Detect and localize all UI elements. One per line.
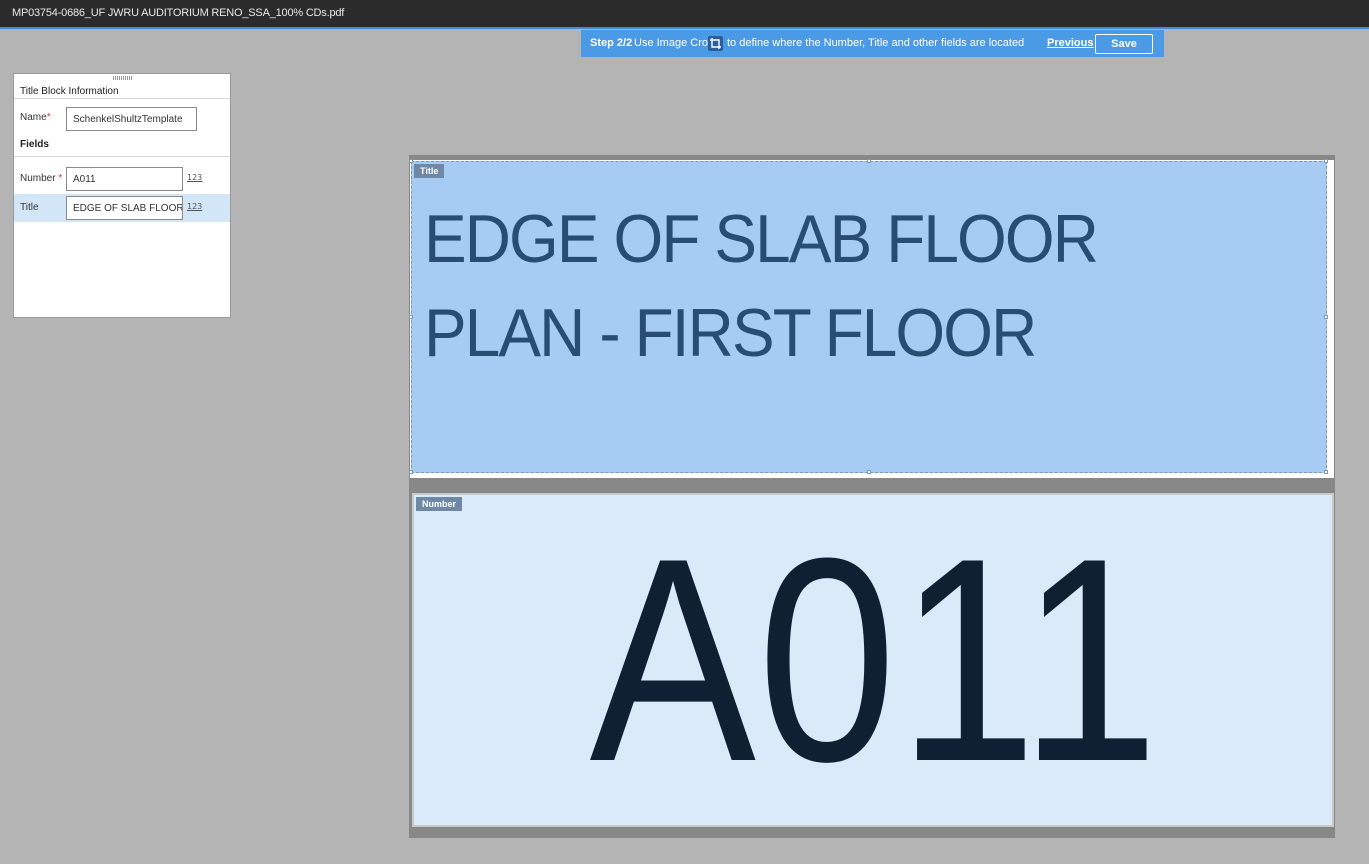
drag-handle[interactable] — [113, 76, 133, 80]
number-field-label: Number * — [20, 173, 63, 184]
resize-handle[interactable] — [867, 470, 871, 474]
resize-handle[interactable] — [409, 315, 413, 319]
title-region-tag: Title — [414, 164, 445, 178]
title-field-input[interactable]: EDGE OF SLAB FLOOR ... — [66, 196, 183, 220]
image-crop-icon — [708, 36, 723, 51]
name-input[interactable]: SchenkelShultzTemplate — [66, 107, 197, 131]
divider — [14, 156, 230, 157]
previous-link[interactable]: Previous — [1047, 37, 1093, 49]
instruction-text-start: Use Image Crop — [634, 37, 715, 49]
step-instruction-bar: Step 2/2 Use Image Crop to define where … — [581, 30, 1164, 57]
step-indicator: Step 2/2 — [590, 37, 633, 49]
resize-handle[interactable] — [1324, 159, 1328, 163]
title-region-text: EDGE OF SLAB FLOOR PLAN - FIRST FLOOR — [424, 201, 1099, 371]
title-crop-region[interactable]: Title EDGE OF SLAB FLOOR PLAN - FIRST FL… — [409, 159, 1328, 474]
divider — [14, 98, 230, 99]
number-region-text: A011 — [589, 498, 1161, 822]
number-region-tag: Number — [416, 497, 463, 511]
title-block-panel: Title Block Information Name* SchenkelSh… — [13, 73, 231, 318]
name-label: Name* — [20, 112, 51, 123]
number-field-input[interactable]: A011 — [66, 167, 183, 191]
document-crop-canvas: Title EDGE OF SLAB FLOOR PLAN - FIRST FL… — [409, 155, 1335, 838]
panel-title: Title Block Information — [20, 86, 119, 97]
window-titlebar: MP03754-0686_UF JWRU AUDITORIUM RENO_SSA… — [0, 0, 1369, 29]
title-field-label: Title — [20, 202, 39, 213]
resize-handle[interactable] — [867, 159, 871, 163]
save-button[interactable]: Save — [1095, 34, 1153, 54]
instruction-text-end: to define where the Number, Title and ot… — [727, 37, 1025, 49]
numeric-format-icon[interactable]: 123 — [187, 202, 202, 211]
numeric-format-icon[interactable]: 123 — [187, 173, 202, 182]
file-title: MP03754-0686_UF JWRU AUDITORIUM RENO_SSA… — [12, 7, 345, 19]
resize-handle[interactable] — [409, 159, 413, 163]
fields-heading: Fields — [20, 139, 49, 150]
resize-handle[interactable] — [1324, 470, 1328, 474]
resize-handle[interactable] — [1324, 315, 1328, 319]
number-crop-region[interactable]: Number A011 — [412, 493, 1334, 827]
resize-handle[interactable] — [409, 470, 413, 474]
